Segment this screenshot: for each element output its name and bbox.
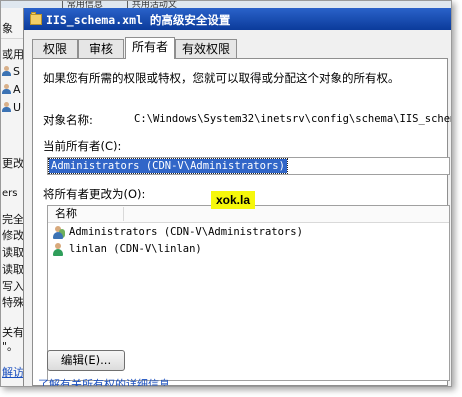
current-owner-field[interactable]: Administrators (CDN-V\Administrators) — [47, 157, 450, 175]
divider — [1, 38, 23, 39]
change-owner-label: 将所有者更改为(O): — [43, 187, 146, 201]
tab-effective-permissions[interactable]: 有效权限 — [175, 39, 237, 58]
owner-name: linlan (CDN-V\linlan) — [69, 243, 202, 255]
background-label: U — [13, 101, 22, 114]
owner-tab-panel: 如果您有所需的权限或特权，您就可以取得或分配这个对象的所有权。 对象名称: C:… — [32, 58, 451, 386]
background-link[interactable]: 解访 — [2, 364, 24, 380]
background-label: A — [13, 83, 21, 96]
dialog-titlebar[interactable]: IIS_schema.xml 的高级安全设置 — [24, 8, 451, 30]
object-name-value: C:\Windows\System32\inetsrv\config\schem… — [134, 113, 452, 125]
dialog-title: IIS_schema.xml 的高级安全设置 — [46, 13, 231, 27]
user-icon — [2, 84, 11, 94]
current-owner-label: 当前所有者(C): — [43, 139, 122, 153]
tab-auditing[interactable]: 审核 — [78, 39, 124, 58]
user-icon — [2, 66, 11, 76]
background-label: 写入 — [2, 280, 24, 293]
background-label: 修改 — [2, 229, 24, 242]
tab-permissions[interactable]: 权限 — [32, 39, 78, 58]
screenshot-frame: | 常用信息 | 共用活动文 象 或用 S A U 更改 ers 完全 修改 读… — [0, 0, 452, 387]
background-label: ers — [2, 188, 18, 199]
background-label: 特殊 — [2, 296, 24, 309]
object-name-label: 对象名称: — [43, 113, 93, 127]
user-icon — [52, 243, 65, 256]
name-column-header[interactable]: 名称 — [55, 207, 124, 221]
group-users-icon — [52, 226, 65, 239]
background-label: "。 — [2, 340, 19, 353]
background-window-panel: 象 或用 S A U 更改 ers 完全 修改 读取 读取 写入 特殊 关有 "… — [1, 8, 24, 386]
owner-name: Administrators (CDN-V\Administrators) — [69, 226, 303, 238]
edit-button[interactable]: 编辑(E)... — [47, 350, 125, 371]
background-label: S — [13, 65, 20, 78]
folder-icon — [30, 12, 42, 25]
user-icon — [2, 102, 11, 112]
current-owner-value: Administrators (CDN-V\Administrators) — [48, 158, 288, 174]
tab-strip: 权限 审核 所有者 有效权限 — [32, 37, 448, 59]
background-label: 更改 — [2, 157, 24, 170]
background-label: 读取 — [2, 263, 24, 276]
background-label: 象 — [2, 22, 13, 35]
watermark: xok.la — [211, 191, 255, 209]
ownership-help-link[interactable]: 了解有关所有权的详细信息 — [38, 376, 170, 386]
background-label: 或用 — [2, 48, 24, 61]
tab-owner[interactable]: 所有者 — [125, 37, 175, 59]
background-label: 读取 — [2, 246, 24, 259]
background-label: 完全 — [2, 213, 24, 226]
owner-description: 如果您有所需的权限或特权，您就可以取得或分配这个对象的所有权。 — [43, 71, 400, 85]
